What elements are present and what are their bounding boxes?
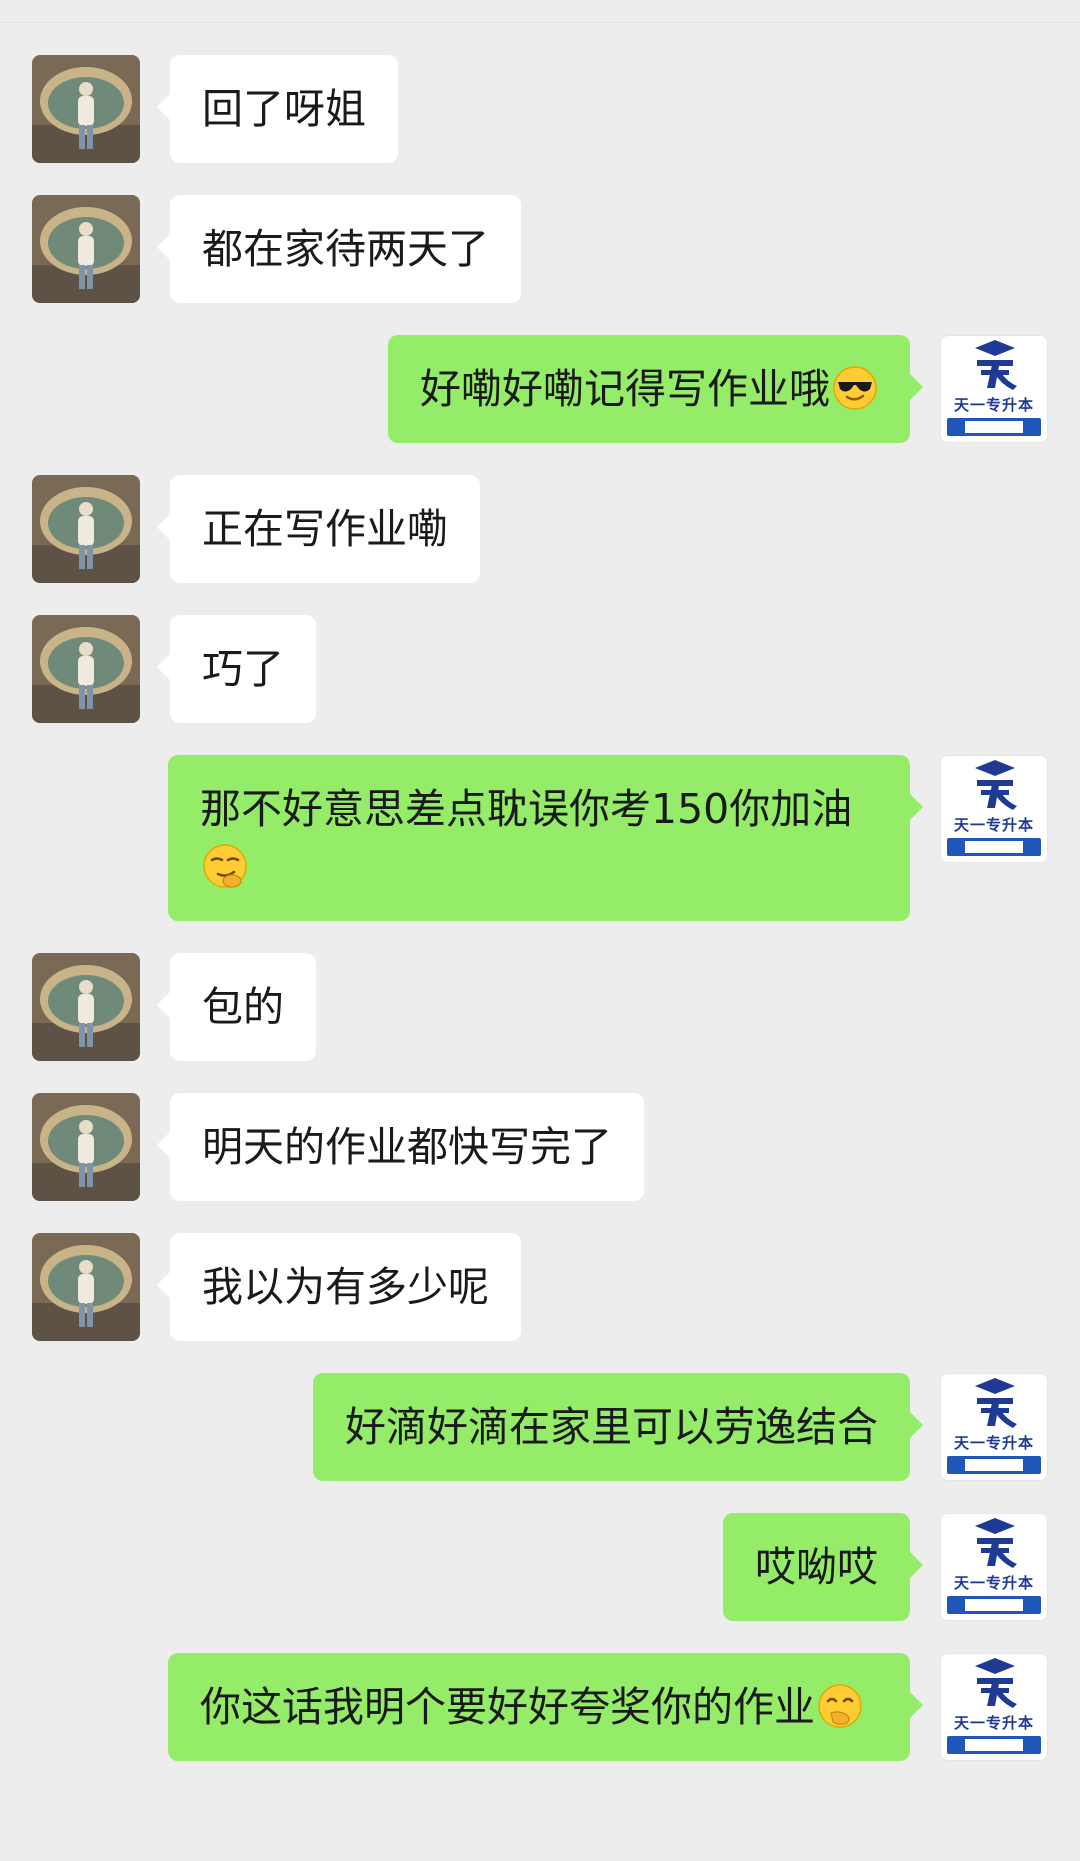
message-text: 都在家待两天了	[202, 225, 489, 273]
brand-avatar[interactable]: 天一专升本	[940, 1513, 1048, 1621]
sunglasses-emoji-icon	[833, 366, 877, 410]
brand-name: 天一专升本	[953, 1574, 1034, 1592]
message-bubble[interactable]: 那不好意思差点耽误你考150你加油	[168, 755, 923, 921]
message-text: 那不好意思差点耽误你考150你加油	[200, 785, 853, 833]
contact-avatar[interactable]	[32, 195, 140, 303]
top-divider	[0, 22, 1080, 23]
contact-avatar[interactable]	[32, 1093, 140, 1201]
chat-window: 回了呀姐 都在家待两天了 好嘞好嘞记得写作业哦 天一专升本 正在写作业嘞 巧了 …	[0, 0, 1080, 1861]
contact-avatar[interactable]	[32, 1233, 140, 1341]
brand-avatar[interactable]: 天一专升本	[940, 1653, 1048, 1761]
contact-avatar[interactable]	[32, 55, 140, 163]
brand-contact-bar	[947, 1596, 1041, 1614]
message-bubble[interactable]: 正在写作业嘞	[157, 475, 480, 583]
brand-contact-bar	[947, 838, 1041, 856]
message-text: 好嘞好嘞记得写作业哦	[420, 365, 830, 413]
message-text: 你这话我明个要好好夸奖你的作业	[200, 1683, 815, 1731]
brand-avatar[interactable]: 天一专升本	[940, 335, 1048, 443]
contact-avatar[interactable]	[32, 953, 140, 1061]
message-text: 正在写作业嘞	[202, 505, 448, 553]
contact-avatar[interactable]	[32, 475, 140, 583]
brand-name: 天一专升本	[953, 816, 1034, 834]
message-text: 好滴好滴在家里可以劳逸结合	[345, 1403, 878, 1451]
message-text: 包的	[202, 983, 284, 1031]
brand-contact-bar	[947, 1736, 1041, 1754]
message-text: 我以为有多少呢	[202, 1263, 489, 1311]
brand-contact-bar	[947, 1456, 1041, 1474]
message-bubble[interactable]: 回了呀姐	[157, 55, 398, 163]
message-text: 明天的作业都快写完了	[202, 1123, 612, 1171]
brand-avatar[interactable]: 天一专升本	[940, 1373, 1048, 1481]
brand-avatar[interactable]: 天一专升本	[940, 755, 1048, 863]
contact-avatar[interactable]	[32, 615, 140, 723]
message-bubble[interactable]: 明天的作业都快写完了	[157, 1093, 644, 1201]
message-bubble[interactable]: 你这话我明个要好好夸奖你的作业	[168, 1653, 923, 1761]
message-bubble[interactable]: 哎呦哎	[723, 1513, 923, 1621]
message-text: 巧了	[202, 645, 284, 693]
hand-over-mouth-emoji-icon	[818, 1684, 862, 1728]
brand-name: 天一专升本	[953, 1434, 1034, 1452]
message-bubble[interactable]: 好滴好滴在家里可以劳逸结合	[313, 1373, 923, 1481]
message-bubble[interactable]: 好嘞好嘞记得写作业哦	[388, 335, 923, 443]
message-bubble[interactable]: 我以为有多少呢	[157, 1233, 521, 1341]
brand-name: 天一专升本	[953, 396, 1034, 414]
message-bubble[interactable]: 巧了	[157, 615, 316, 723]
brand-name: 天一专升本	[953, 1714, 1034, 1732]
smirk-emoji-icon	[203, 844, 247, 888]
message-bubble[interactable]: 都在家待两天了	[157, 195, 521, 303]
brand-contact-bar	[947, 418, 1041, 436]
message-bubble[interactable]: 包的	[157, 953, 316, 1061]
message-text: 哎呦哎	[755, 1543, 878, 1591]
message-text: 回了呀姐	[202, 85, 366, 133]
